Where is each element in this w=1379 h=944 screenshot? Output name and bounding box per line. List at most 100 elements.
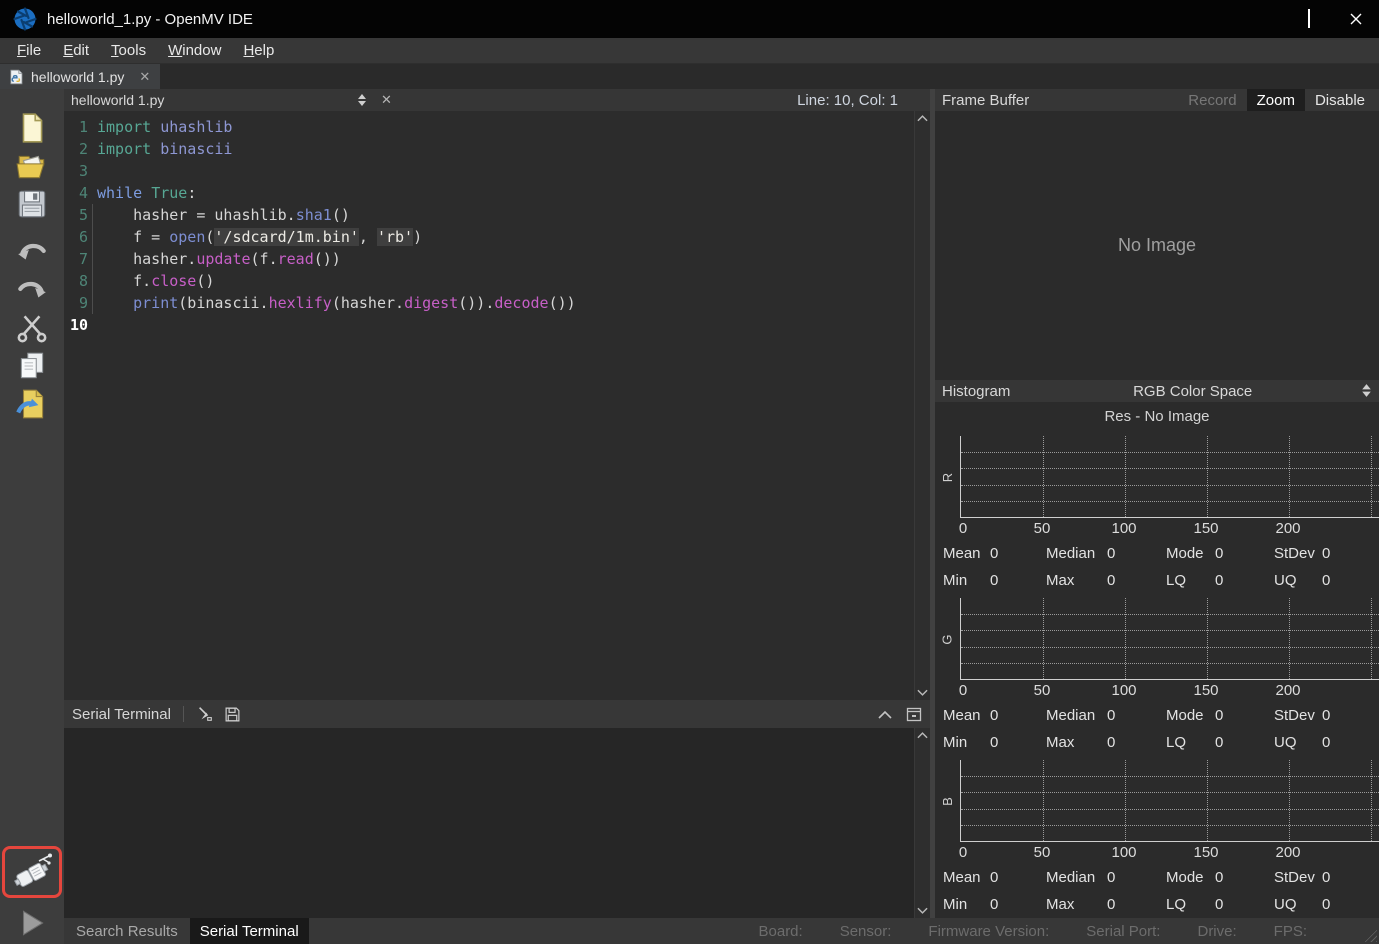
record-button[interactable]: Record	[1178, 89, 1246, 111]
tab-helloworld[interactable]: helloworld 1.py ✕	[0, 64, 160, 89]
scroll-down-icon[interactable]	[917, 907, 928, 915]
resize-grip-icon[interactable]	[1363, 928, 1377, 942]
code-line-7[interactable]: 7 hasher.update(f.read())	[64, 248, 914, 270]
stat-uq: UQ0	[1274, 729, 1379, 756]
document-tabstrip: helloworld 1.py ✕	[0, 64, 1379, 89]
editor-scrollbar[interactable]	[914, 111, 930, 700]
panel-mode-icon[interactable]	[906, 707, 922, 722]
code-line-2[interactable]: 2import binascii	[64, 138, 914, 160]
histogram-resolution-text: Res - No Image	[935, 402, 1379, 432]
menu-file[interactable]: File	[6, 38, 52, 63]
code-editor[interactable]: 1import uhashlib2import binascii34while …	[64, 111, 914, 700]
close-button[interactable]	[1332, 0, 1379, 38]
stat-mean: Mean0	[943, 702, 1046, 729]
paste-button[interactable]	[10, 385, 54, 423]
histogram-channel-b: B050100150200Mean0Median0Mode0StDev0Min0…	[935, 760, 1379, 918]
serial-scrollbar[interactable]	[914, 728, 930, 918]
color-space-selector[interactable]: RGB Color Space	[1010, 380, 1375, 402]
run-script-button[interactable]	[10, 904, 54, 942]
frame-buffer-header: Frame Buffer Record Zoom Disable	[935, 89, 1379, 111]
open-document-selector[interactable]: helloworld 1.py	[71, 92, 367, 108]
status-field-firmwareversion: Firmware Version:	[928, 923, 1049, 940]
menu-edit[interactable]: Edit	[52, 38, 100, 63]
channel-axis-label: G	[935, 598, 960, 680]
stat-stdev: StDev0	[1274, 702, 1379, 729]
code-line-1[interactable]: 1import uhashlib	[64, 116, 914, 138]
stat-min: Min0	[943, 891, 1046, 918]
channel-axis-label: B	[935, 760, 960, 842]
scroll-up-icon[interactable]	[917, 731, 928, 739]
cut-icon	[15, 311, 49, 345]
connect-button[interactable]	[8, 850, 56, 894]
tab-label: helloworld 1.py	[31, 69, 124, 85]
connect-icon	[11, 852, 53, 892]
stat-max: Max0	[1046, 567, 1166, 594]
code-line-8[interactable]: 8 f.close()	[64, 270, 914, 292]
histogram-title: Histogram	[942, 383, 1010, 400]
separator	[183, 706, 184, 722]
editor-close-icon[interactable]: ✕	[381, 92, 392, 108]
frame-buffer-title: Frame Buffer	[942, 92, 1029, 109]
code-line-9[interactable]: 9 print(binascii.hexlify(hasher.digest()…	[64, 292, 914, 314]
stat-mode: Mode0	[1166, 702, 1274, 729]
serial-terminal-header: Serial Terminal	[64, 700, 930, 728]
save-log-icon[interactable]	[224, 706, 241, 723]
stat-stdev: StDev0	[1274, 864, 1379, 891]
code-line-4[interactable]: 4while True:	[64, 182, 914, 204]
stat-mode: Mode0	[1166, 540, 1274, 567]
editor-pane: helloworld 1.py ✕ Line: 10, Col: 1 1impo…	[64, 89, 930, 918]
serial-terminal-title: Serial Terminal	[72, 706, 171, 723]
code-line-6[interactable]: 6 f = open('/sdcard/1m.bin', 'rb')	[64, 226, 914, 248]
paste-icon	[15, 387, 49, 421]
disable-button[interactable]: Disable	[1305, 89, 1375, 111]
frame-buffer-view: No Image	[935, 111, 1379, 380]
menubar: FileEditToolsWindowHelp	[0, 38, 1379, 64]
stat-min: Min0	[943, 567, 1046, 594]
channel-axis-label: R	[935, 436, 960, 518]
openmv-logo-icon	[13, 7, 37, 31]
undo-button[interactable]	[10, 233, 54, 271]
stat-lq: LQ0	[1166, 729, 1274, 756]
open-file-button[interactable]	[10, 147, 54, 185]
menu-window[interactable]: Window	[157, 38, 232, 63]
line-number: 5	[64, 204, 88, 226]
minimize-button[interactable]	[1238, 0, 1285, 38]
editor-header: helloworld 1.py ✕ Line: 10, Col: 1	[64, 89, 930, 111]
status-field-sensor: Sensor:	[840, 923, 892, 940]
cut-button[interactable]	[10, 309, 54, 347]
histogram-channel-g: G050100150200Mean0Median0Mode0StDev0Min0…	[935, 598, 1379, 756]
menu-help[interactable]: Help	[232, 38, 285, 63]
histogram-channel-r: R050100150200Mean0Median0Mode0StDev0Min0…	[935, 436, 1379, 594]
save-file-button[interactable]	[10, 185, 54, 223]
stat-median: Median0	[1046, 540, 1166, 567]
scroll-up-icon[interactable]	[917, 114, 928, 122]
collapse-panel-icon[interactable]	[878, 710, 892, 719]
clear-terminal-icon[interactable]	[196, 705, 214, 723]
maximize-button[interactable]	[1285, 0, 1332, 38]
serial-terminal-output[interactable]	[64, 728, 914, 918]
menu-tools[interactable]: Tools	[100, 38, 157, 63]
code-line-3[interactable]: 3	[64, 160, 914, 182]
code-line-10[interactable]: 10	[64, 314, 914, 336]
status-field-serialport: Serial Port:	[1086, 923, 1160, 940]
stat-mean: Mean0	[943, 864, 1046, 891]
python-file-icon	[8, 69, 24, 85]
x-axis-ticks: 050100150200	[960, 518, 1379, 540]
stat-lq: LQ0	[1166, 891, 1274, 918]
channel-stats: Mean0Median0Mode0StDev0Min0Max0LQ0UQ0	[935, 864, 1379, 918]
maximize-icon	[1308, 10, 1310, 28]
tab-close-icon[interactable]: ✕	[139, 69, 150, 85]
statusbar: Search Results Serial Terminal Board:Sen…	[64, 918, 1379, 944]
new-file-button[interactable]	[10, 109, 54, 147]
histogram-plot-r	[960, 436, 1379, 518]
copy-button[interactable]	[10, 347, 54, 385]
redo-button[interactable]	[10, 271, 54, 309]
serial-terminal-tab[interactable]: Serial Terminal	[190, 918, 309, 944]
code-line-5[interactable]: 5 hasher = uhashlib.sha1()	[64, 204, 914, 226]
stat-min: Min0	[943, 729, 1046, 756]
search-results-tab[interactable]: Search Results	[66, 918, 188, 944]
status-field-fps: FPS:	[1274, 923, 1307, 940]
scroll-down-icon[interactable]	[917, 689, 928, 697]
line-number: 2	[64, 138, 88, 160]
zoom-button[interactable]: Zoom	[1247, 89, 1305, 111]
